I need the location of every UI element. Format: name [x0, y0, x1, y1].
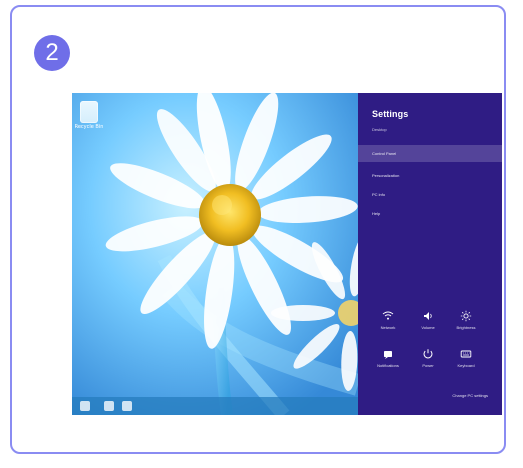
network-icon: [382, 311, 394, 320]
brightness-icon: [460, 310, 472, 322]
start-icon[interactable]: [80, 401, 90, 411]
network-button[interactable]: Network: [376, 309, 400, 333]
brightness-label: Brightness: [456, 325, 476, 330]
desktop-wallpaper: [72, 93, 358, 415]
setting-item-control-panel[interactable]: Control Panel: [372, 151, 396, 156]
desktop-icon-label: Recycle Bin: [74, 124, 104, 130]
file-explorer-icon[interactable]: [104, 401, 114, 411]
keyboard-button[interactable]: Keyboard: [454, 347, 478, 371]
notifications-label: Notifications: [377, 363, 399, 368]
windows-screenshot: Recycle Bin Settings Desktop Control Pan…: [72, 93, 502, 415]
network-label: Network: [380, 325, 396, 330]
desktop-area: Recycle Bin: [72, 93, 358, 415]
step-number-badge: 2: [34, 35, 70, 71]
change-pc-settings-link[interactable]: Change PC settings: [452, 393, 488, 398]
browser-icon[interactable]: [122, 401, 132, 411]
setting-item-help[interactable]: Help: [372, 211, 380, 216]
power-icon: [423, 349, 433, 359]
keyboard-icon: [460, 350, 472, 358]
taskbar: [72, 397, 358, 415]
keyboard-label: Keyboard: [457, 363, 475, 368]
recycle-bin-icon[interactable]: [80, 101, 98, 123]
notifications-icon: [384, 351, 392, 359]
setting-item-pc-info[interactable]: PC info: [372, 192, 385, 197]
settings-pane: Settings Desktop Control Panel Personali…: [358, 93, 502, 415]
notifications-button[interactable]: Notifications: [376, 347, 400, 371]
setting-item-personalization[interactable]: Personalization: [372, 173, 399, 178]
instruction-card: 2 Recycle Bin Settings Desktop Control P…: [10, 5, 506, 454]
settings-subtitle: Desktop: [372, 127, 387, 132]
brightness-button[interactable]: Brightness: [454, 309, 478, 333]
volume-label: Volume: [421, 325, 435, 330]
power-button[interactable]: Power: [416, 347, 440, 371]
volume-icon: [424, 312, 432, 320]
volume-button[interactable]: Volume: [416, 309, 440, 333]
power-label: Power: [422, 363, 434, 368]
settings-title: Settings: [372, 109, 409, 119]
